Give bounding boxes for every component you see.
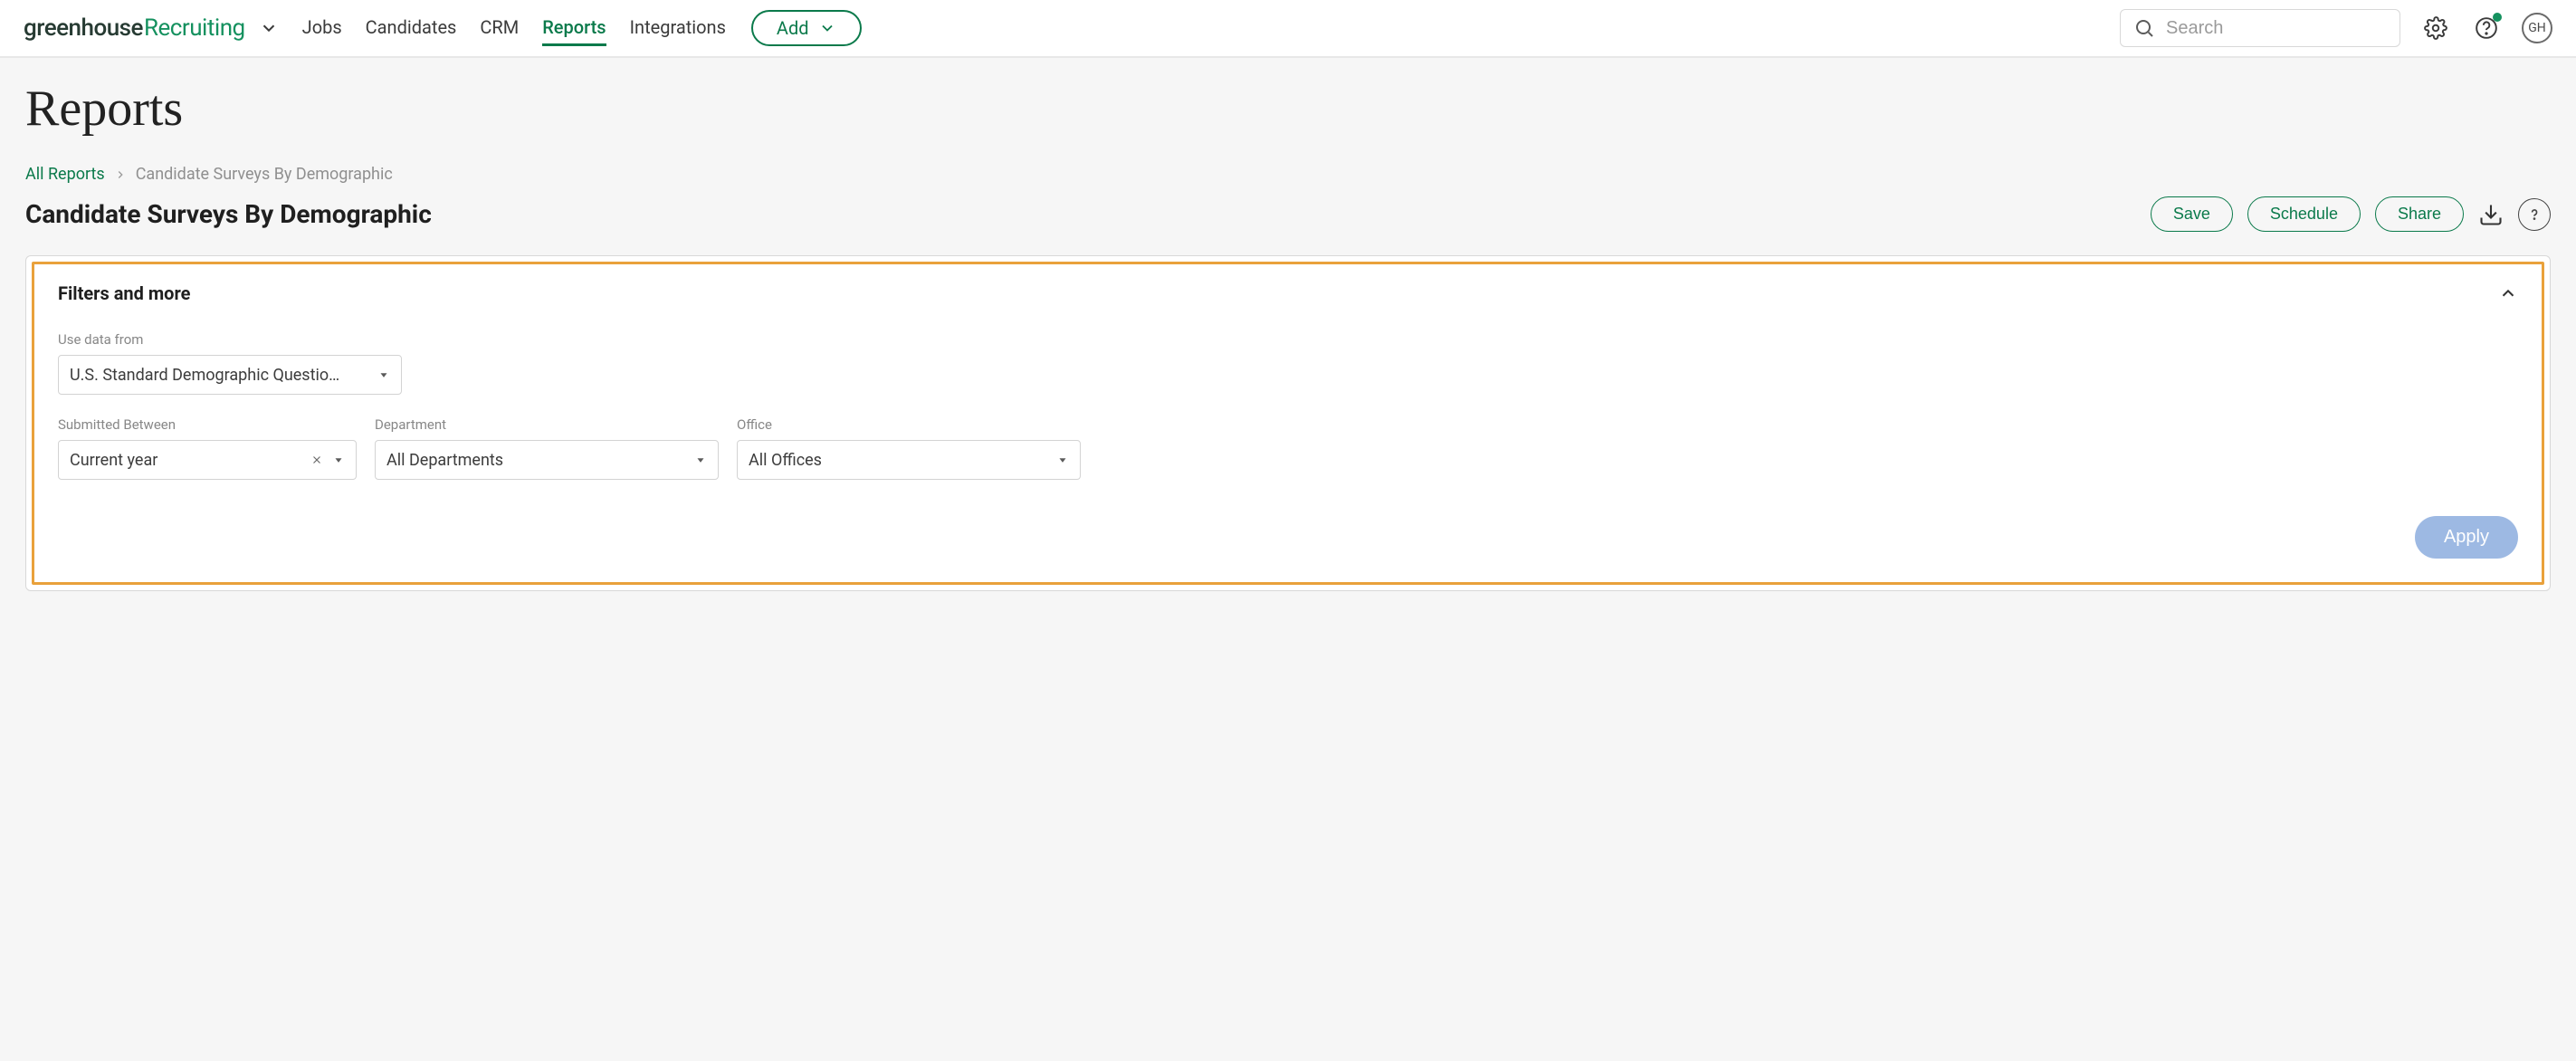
chevron-right-icon [114,168,127,181]
add-button-label: Add [777,17,809,39]
department-label: Department [375,416,719,433]
report-heading: Candidate Surveys By Demographic [25,199,2136,229]
submitted-between-select[interactable]: Current year [58,440,357,480]
apply-button[interactable]: Apply [2415,516,2518,559]
field-use-data-from: Use data from U.S. Standard Demographic … [58,331,402,395]
filters-panel: Filters and more Use data from U.S. Stan… [32,262,2544,585]
add-button[interactable]: Add [751,10,862,46]
primary-nav: Jobs Candidates CRM Reports Integrations [302,11,726,46]
report-help-button[interactable] [2518,198,2551,231]
nav-crm[interactable]: CRM [480,11,519,46]
submitted-between-value: Current year [70,451,301,470]
filters-panel-header[interactable]: Filters and more [58,282,2518,304]
help-button[interactable] [2471,13,2502,43]
search-input[interactable] [2166,18,2387,39]
nav-reports[interactable]: Reports [542,11,606,46]
settings-button[interactable] [2420,13,2451,43]
breadcrumb-current: Candidate Surveys By Demographic [136,165,393,184]
caret-down-icon [377,368,390,381]
office-value: All Offices [749,451,1047,470]
filters-panel-title: Filters and more [58,282,190,304]
nav-jobs[interactable]: Jobs [302,11,342,46]
notification-dot-icon [2493,13,2502,22]
gear-icon [2424,16,2447,40]
caret-down-icon [1056,454,1069,466]
report-header-row: Candidate Surveys By Demographic Save Sc… [25,196,2551,232]
nav-candidates[interactable]: Candidates [366,11,457,46]
breadcrumb: All Reports Candidate Surveys By Demogra… [25,165,2551,184]
brand-text-1: greenhouse [24,14,143,42]
clear-icon[interactable] [310,454,323,466]
brand-logo[interactable]: greenhouse Recruiting [24,14,279,42]
chevron-down-icon [818,19,836,37]
chevron-down-icon[interactable] [259,18,279,38]
top-nav: greenhouse Recruiting Jobs Candidates CR… [0,0,2576,58]
department-select[interactable]: All Departments [375,440,719,480]
page-title: Reports [25,80,2551,138]
filters-panel-outer: Filters and more Use data from U.S. Stan… [25,255,2551,591]
avatar-initials: GH [2528,21,2546,35]
save-button[interactable]: Save [2151,196,2233,232]
user-avatar[interactable]: GH [2522,13,2552,43]
search-box[interactable] [2120,9,2400,47]
field-office: Office All Offices [737,416,1081,480]
caret-down-icon [332,454,345,466]
submitted-between-label: Submitted Between [58,416,357,433]
department-value: All Departments [386,451,685,470]
chevron-up-icon[interactable] [2498,283,2518,303]
schedule-button[interactable]: Schedule [2247,196,2361,232]
field-department: Department All Departments [375,416,719,480]
search-icon [2133,17,2155,39]
download-button[interactable] [2478,202,2504,227]
field-submitted-between: Submitted Between Current year [58,416,357,480]
use-data-from-value: U.S. Standard Demographic Questio… [70,366,368,385]
nav-integrations[interactable]: Integrations [630,11,726,46]
page-body: Reports All Reports Candidate Surveys By… [0,58,2576,1061]
brand-text-2: Recruiting [144,14,245,42]
use-data-from-label: Use data from [58,331,402,348]
office-label: Office [737,416,1081,433]
breadcrumb-root-link[interactable]: All Reports [25,165,105,184]
caret-down-icon [694,454,707,466]
use-data-from-select[interactable]: U.S. Standard Demographic Questio… [58,355,402,395]
share-button[interactable]: Share [2375,196,2464,232]
office-select[interactable]: All Offices [737,440,1081,480]
